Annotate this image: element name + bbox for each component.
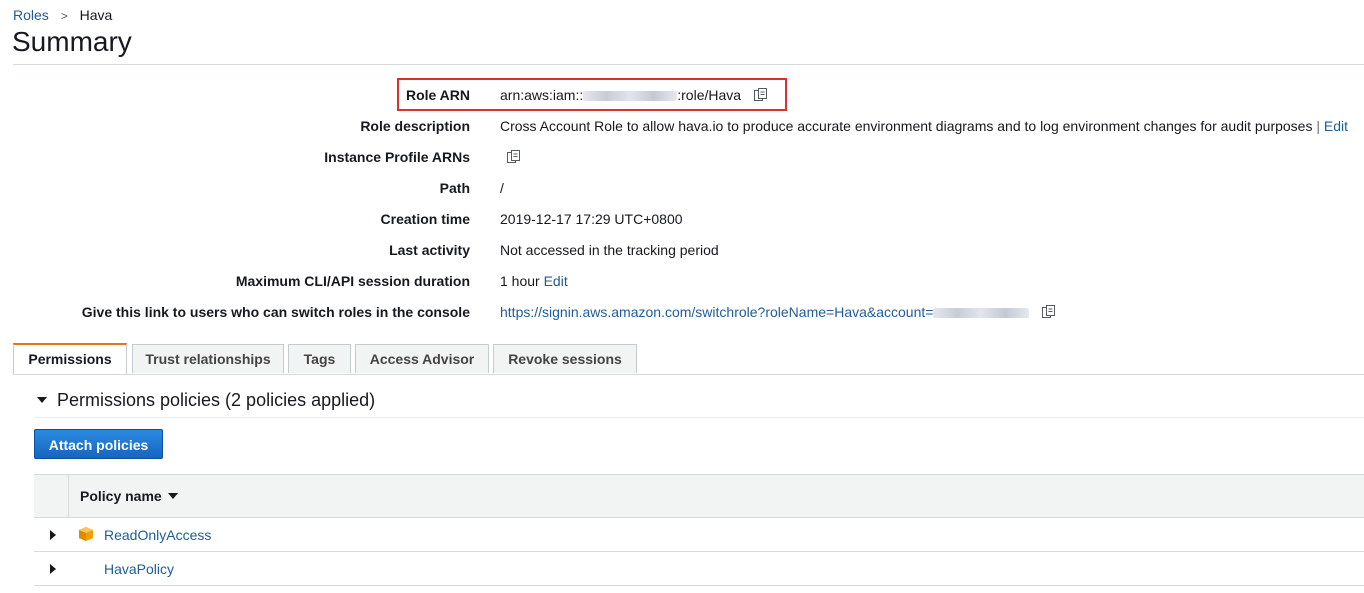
aws-managed-policy-icon (79, 527, 93, 541)
role-description-text: Cross Account Role to allow hava.io to p… (500, 118, 1313, 134)
attach-policies-button[interactable]: Attach policies (34, 429, 163, 459)
switch-role-link-label: Give this link to users who can switch r… (81, 304, 470, 320)
tab-permissions[interactable]: Permissions (13, 343, 127, 374)
title-divider (13, 64, 1364, 65)
policies-table-header: Policy name (34, 474, 1364, 518)
switch-role-link-row: Give this link to users who can switch r… (0, 302, 1364, 324)
expand-column-header (34, 475, 69, 517)
creation-time-row: Creation time 2019-12-17 17:29 UTC+0800 (0, 209, 1364, 231)
max-session-value: 1 hour Edit (500, 273, 568, 289)
edit-description-link[interactable]: Edit (1324, 118, 1348, 134)
breadcrumb-current: Hava (79, 7, 113, 23)
max-session-row: Maximum CLI/API session duration 1 hour … (0, 271, 1364, 293)
switch-role-link[interactable]: https://signin.aws.amazon.com/switchrole… (500, 304, 933, 320)
last-activity-label: Last activity (389, 242, 470, 258)
instance-profile-value (506, 149, 522, 165)
edit-separator: | (1316, 118, 1320, 134)
redacted-account-id (933, 308, 1030, 319)
tab-trust-relationships[interactable]: Trust relationships (132, 344, 284, 373)
expand-row-icon[interactable] (50, 564, 56, 574)
role-tabs: Permissions Trust relationships Tags Acc… (13, 343, 1364, 375)
tab-tags[interactable]: Tags (288, 344, 351, 373)
policies-table: Policy name ReadOnlyAccess HavaPolicy (34, 474, 1364, 586)
caret-down-icon (37, 397, 47, 403)
switch-role-link-value: https://signin.aws.amazon.com/switchrole… (500, 304, 1057, 320)
max-session-label: Maximum CLI/API session duration (235, 273, 470, 289)
expand-row-icon[interactable] (50, 530, 56, 540)
instance-profile-row: Instance Profile ARNs (0, 147, 1364, 169)
policy-link-readonlyaccess[interactable]: ReadOnlyAccess (104, 527, 211, 543)
copy-instance-profile-icon[interactable] (506, 149, 522, 165)
last-activity-row: Last activity Not accessed in the tracki… (0, 240, 1364, 262)
permissions-policies-title: Permissions policies (2 policies applied… (57, 390, 376, 410)
breadcrumb-roles-link[interactable]: Roles (13, 7, 49, 23)
creation-time-value: 2019-12-17 17:29 UTC+0800 (500, 211, 683, 227)
tab-access-advisor[interactable]: Access Advisor (355, 344, 489, 373)
sort-down-icon (167, 493, 178, 499)
creation-time-label: Creation time (380, 211, 470, 227)
breadcrumb-separator-icon: > (60, 9, 68, 23)
breadcrumb: Roles > Hava (13, 7, 112, 23)
policy-name-column-header[interactable]: Policy name (80, 488, 178, 504)
path-row: Path / (0, 178, 1364, 200)
edit-session-duration-link[interactable]: Edit (544, 273, 568, 289)
policy-link-havapolicy[interactable]: HavaPolicy (104, 561, 174, 577)
copy-link-icon[interactable] (1041, 304, 1057, 320)
page-title: Summary (12, 26, 132, 57)
role-description-row: Role description Cross Account Role to a… (0, 116, 1364, 138)
table-row: HavaPolicy (34, 552, 1364, 586)
tab-revoke-sessions[interactable]: Revoke sessions (493, 344, 637, 373)
table-row: ReadOnlyAccess (34, 518, 1364, 552)
role-description-value: Cross Account Role to allow hava.io to p… (500, 118, 1348, 134)
path-value: / (500, 180, 504, 196)
max-session-duration: 1 hour (500, 273, 540, 289)
role-description-label: Role description (360, 118, 470, 134)
policy-name-header-label: Policy name (80, 488, 162, 504)
role-arn-highlight (397, 78, 787, 111)
permissions-policies-toggle[interactable]: Permissions policies (2 policies applied… (37, 390, 375, 411)
section-divider (34, 417, 1364, 418)
last-activity-value: Not accessed in the tracking period (500, 242, 719, 258)
instance-profile-label: Instance Profile ARNs (324, 149, 470, 165)
path-label: Path (439, 180, 470, 196)
